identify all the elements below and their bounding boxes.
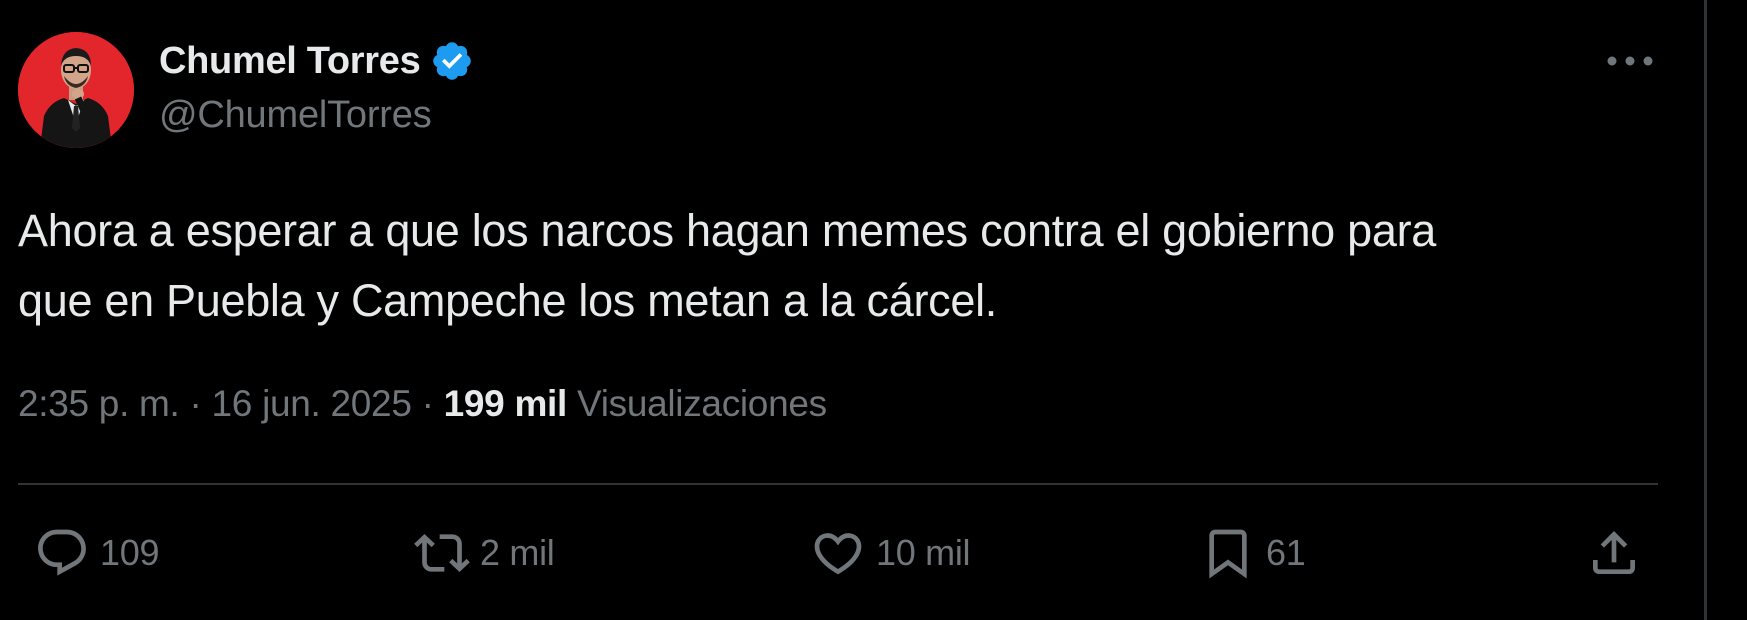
meta-separator: · — [189, 383, 202, 424]
reply-button[interactable]: 109 — [34, 525, 159, 581]
avatar-image — [18, 32, 134, 148]
user-handle[interactable]: @ChumelTorres — [159, 94, 432, 137]
verified-badge-icon — [433, 42, 472, 80]
reply-bubble-icon — [38, 529, 86, 576]
tweet-text: Ahora a esperar a que los narcos hagan m… — [18, 196, 1658, 336]
views-count: 199 mil — [443, 383, 568, 424]
tweet-time[interactable]: 2:35 p. m. — [18, 383, 180, 424]
repost-count: 2 mil — [480, 532, 555, 573]
avatar[interactable] — [18, 32, 134, 148]
repost-arrows-icon — [414, 534, 470, 572]
column-border — [1704, 0, 1707, 620]
reply-count: 109 — [100, 532, 160, 573]
tweet-card: Chumel Torres @ChumelTorres Ahora a espe… — [0, 0, 1700, 620]
tweet-metadata: 2:35 p. m. · 16 jun. 2025 · 199 mil Visu… — [18, 383, 827, 425]
name-row: Chumel Torres — [159, 36, 474, 86]
bookmark-button[interactable]: 61 — [1200, 525, 1306, 581]
like-button[interactable]: 10 mil — [810, 525, 971, 581]
repost-button[interactable]: 2 mil — [414, 525, 555, 581]
meta-separator: · — [421, 383, 434, 424]
share-upload-icon — [1593, 531, 1635, 574]
tweet-text-line-2: que en Puebla y Campeche los metan a la … — [18, 275, 997, 326]
bookmark-icon — [1209, 529, 1247, 579]
share-button[interactable] — [1586, 525, 1642, 581]
display-name[interactable]: Chumel Torres — [159, 40, 421, 83]
tweet-text-line-1: Ahora a esperar a que los narcos hagan m… — [18, 205, 1436, 256]
bookmark-count: 61 — [1266, 532, 1306, 573]
like-count: 10 mil — [876, 532, 971, 573]
views-label[interactable]: Visualizaciones — [577, 383, 827, 424]
divider — [18, 483, 1658, 485]
tweet-date[interactable]: 16 jun. 2025 — [212, 383, 412, 424]
more-horizontal-icon[interactable] — [1603, 46, 1657, 76]
heart-icon — [814, 533, 862, 575]
